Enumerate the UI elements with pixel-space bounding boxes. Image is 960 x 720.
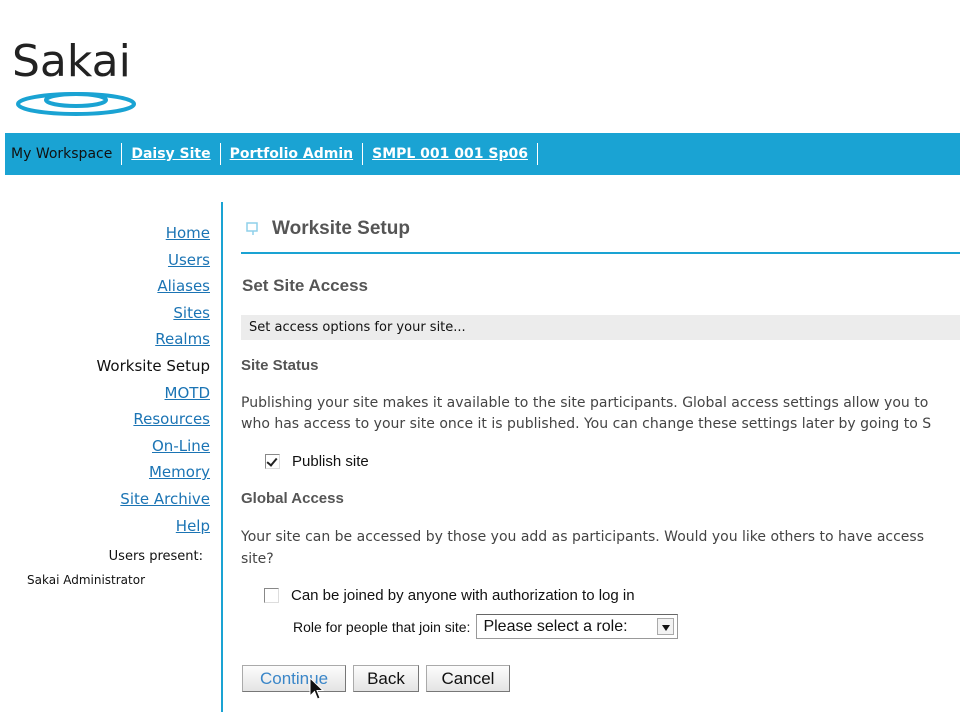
button-bar: Continue Back Cancel xyxy=(242,665,517,692)
back-button[interactable]: Back xyxy=(353,665,419,692)
publish-site-row: Publish site xyxy=(265,453,369,470)
tool-worksite-setup: Worksite Setup xyxy=(96,356,210,375)
site-status-line-2: who has access to your site once it is p… xyxy=(241,416,932,432)
tab-portfolio-admin[interactable]: Portfolio Admin xyxy=(225,146,358,162)
reset-tool-icon[interactable] xyxy=(246,222,260,236)
instruction-bar: Set access options for your site... xyxy=(241,315,960,340)
joinable-label: Can be joined by anyone with authorizati… xyxy=(291,587,635,604)
title-divider xyxy=(241,252,960,254)
site-nav-bar: My Workspace Daisy Site Portfolio Admin … xyxy=(5,133,960,175)
site-status-heading: Site Status xyxy=(241,357,319,374)
tab-my-workspace[interactable]: My Workspace xyxy=(11,146,117,162)
tool-users[interactable]: Users xyxy=(0,249,210,276)
global-access-heading: Global Access xyxy=(241,490,344,507)
global-access-line-1: Your site can be accessed by those you a… xyxy=(241,529,924,545)
tool-resources[interactable]: Resources xyxy=(0,408,210,435)
users-present-name: Sakai Administrator xyxy=(27,573,146,587)
tool-realms[interactable]: Realms xyxy=(0,328,210,355)
menu-divider xyxy=(221,202,223,712)
sakai-logo: Sakai xyxy=(12,36,152,118)
role-row: Role for people that join site: Please s… xyxy=(293,614,679,639)
tool-home[interactable]: Home xyxy=(0,222,210,249)
tool-motd[interactable]: MOTD xyxy=(0,382,210,409)
tab-separator xyxy=(121,143,123,165)
publish-site-checkbox[interactable] xyxy=(265,454,280,469)
tool-site-archive[interactable]: Site Archive xyxy=(0,488,210,515)
tab-separator xyxy=(536,143,538,165)
joinable-checkbox[interactable] xyxy=(264,588,279,603)
tab-daisy-site[interactable]: Daisy Site xyxy=(126,146,215,162)
tab-smpl-001[interactable]: SMPL 001 001 Sp06 xyxy=(367,146,533,162)
role-select[interactable]: Please select a role: xyxy=(476,614,679,639)
page-title: Worksite Setup xyxy=(272,218,410,239)
tab-separator xyxy=(362,143,364,165)
tab-separator xyxy=(219,143,221,165)
tool-online[interactable]: On-Line xyxy=(0,435,210,462)
tool-help[interactable]: Help xyxy=(0,515,210,542)
section-heading: Set Site Access xyxy=(242,276,368,295)
cancel-button[interactable]: Cancel xyxy=(426,665,510,692)
chevron-down-icon[interactable] xyxy=(657,618,675,635)
mouse-cursor-icon xyxy=(309,677,325,700)
publish-site-label: Publish site xyxy=(292,453,369,470)
site-status-line-1: Publishing your site makes it available … xyxy=(241,395,929,411)
users-present-label: Users present: xyxy=(108,549,203,564)
continue-button[interactable]: Continue xyxy=(242,665,346,692)
ripple-logo-icon xyxy=(16,92,136,116)
joinable-row: Can be joined by anyone with authorizati… xyxy=(264,587,635,604)
tool-memory[interactable]: Memory xyxy=(0,461,210,488)
global-access-line-2: site? xyxy=(241,551,274,567)
global-access-description: Your site can be accessed by those you a… xyxy=(241,526,960,570)
tool-menu: Home Users Aliases Sites Realms Worksite… xyxy=(0,222,210,541)
tool-title-row: Worksite Setup xyxy=(246,218,410,240)
tool-aliases[interactable]: Aliases xyxy=(0,275,210,302)
role-label: Role for people that join site: xyxy=(293,618,471,635)
logo-text: Sakai xyxy=(12,36,131,87)
tool-sites[interactable]: Sites xyxy=(0,302,210,329)
role-selected-value: Please select a role: xyxy=(483,617,628,635)
site-status-description: Publishing your site makes it available … xyxy=(241,393,960,435)
